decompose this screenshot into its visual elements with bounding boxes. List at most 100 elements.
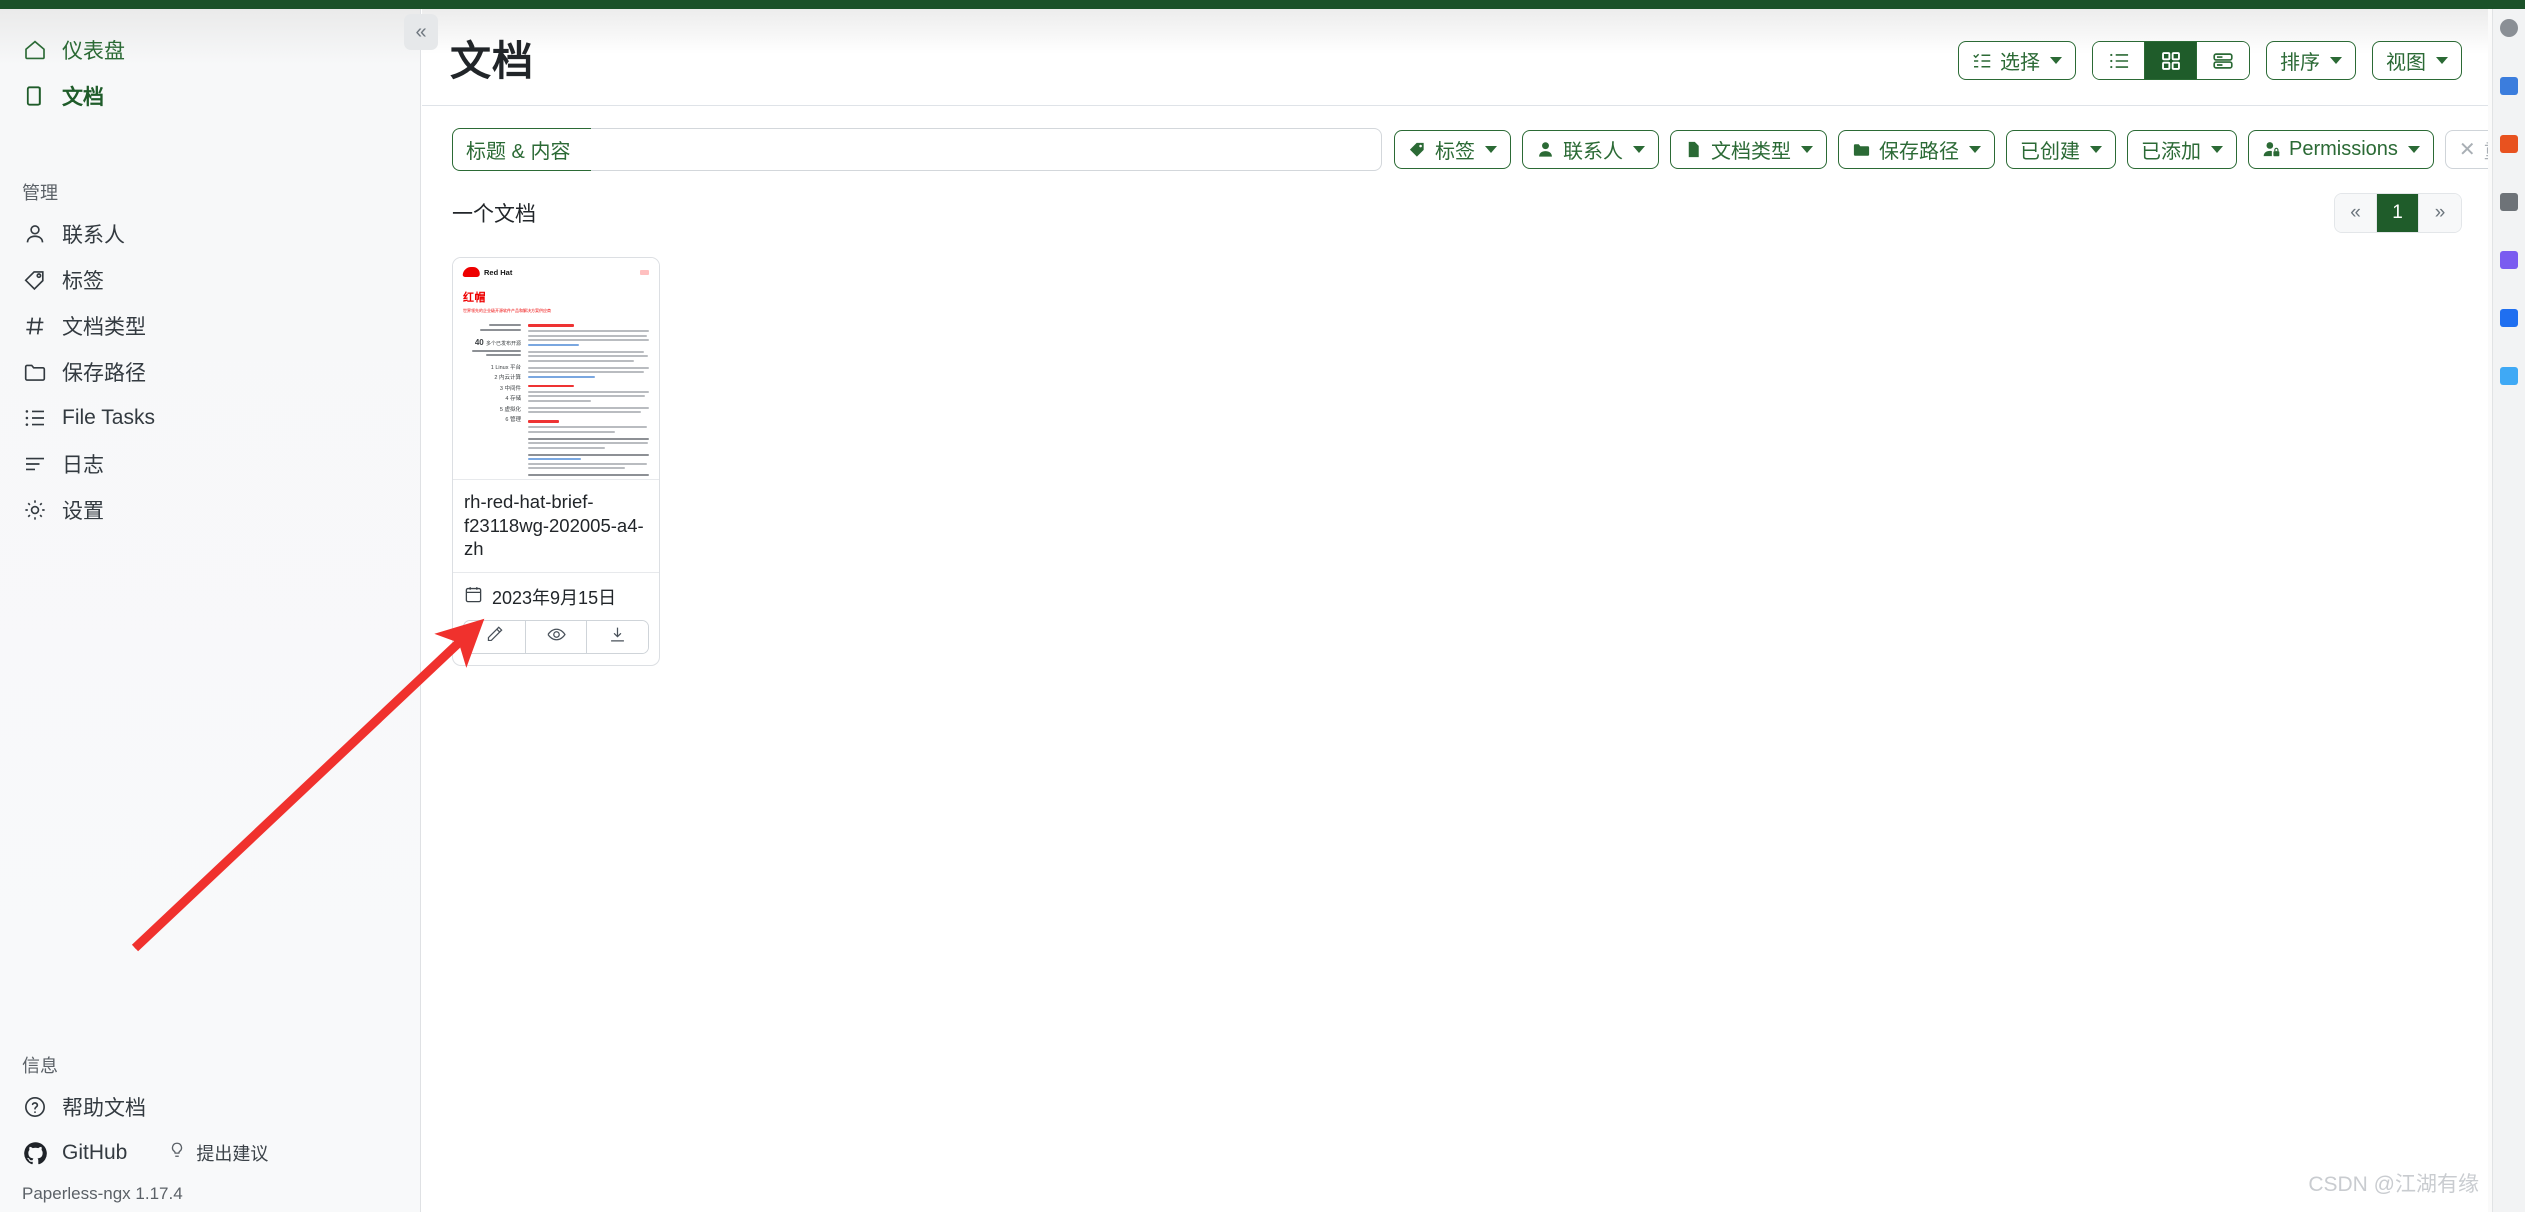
filter-added-button[interactable]: 已添加: [2127, 130, 2237, 169]
filter-document-type-button[interactable]: 文档类型: [1670, 130, 1827, 169]
home-icon: [22, 37, 48, 63]
chevron-down-icon: [2436, 57, 2448, 64]
results-header: 一个文档 « 1 »: [422, 171, 2492, 233]
chevron-down-icon: [1485, 146, 1497, 153]
filter-storage-path-button[interactable]: 保存路径: [1838, 130, 1995, 169]
log-lines-icon: [22, 451, 48, 477]
filter-tags-button[interactable]: 标签: [1394, 130, 1511, 169]
pagination-prev[interactable]: «: [2335, 194, 2377, 232]
sort-button[interactable]: 排序: [2266, 41, 2356, 80]
thumbnail-heading: 红帽: [463, 289, 649, 305]
sidebar-item-logs[interactable]: 日志: [0, 441, 420, 487]
suggest-label: 提出建议: [196, 1140, 268, 1166]
calendar-icon: [464, 585, 483, 609]
chevron-down-icon: [1633, 146, 1645, 153]
nav-spacer: [0, 119, 420, 153]
thumbnail-body: 40 多个已发布开源 1 Linux 平台 2 内云计算 3 中间件 4 存储 …: [463, 324, 649, 480]
blue-extension-icon[interactable]: [2500, 77, 2518, 95]
sidebar-item-label: 保存路径: [62, 357, 146, 387]
filter-kind-dropdown[interactable]: 标题 & 内容: [452, 128, 591, 171]
person-icon: [22, 221, 48, 247]
sidebar-item-label: 仪表盘: [62, 35, 125, 65]
person-lock-icon: [2262, 140, 2281, 159]
thumbnail-left-column: 40 多个已发布开源 1 Linux 平台 2 内云计算 3 中间件 4 存储 …: [463, 324, 521, 480]
chevron-down-icon: [1969, 146, 1981, 153]
cyan-extension-icon[interactable]: [2500, 367, 2518, 385]
filter-correspondent-button[interactable]: 联系人: [1522, 130, 1659, 169]
chevron-down-icon: [2408, 146, 2420, 153]
filter-bar: 标题 & 内容 标签 联: [422, 106, 2492, 171]
sidebar-item-correspondents[interactable]: 联系人: [0, 211, 420, 257]
app-version: Paperless-ngx 1.17.4: [0, 1176, 420, 1204]
browser-top-bar: [0, 0, 2525, 9]
hash-icon: [22, 313, 48, 339]
thumbnail-subheading: 世界领先的企业级开源软件产品和解决方案供应商: [463, 308, 649, 314]
sidebar-collapse-button[interactable]: «: [404, 14, 438, 50]
grey-person-icon[interactable]: [2500, 193, 2518, 211]
view-mode-small-cards[interactable]: [2145, 42, 2197, 79]
sidebar-item-storage-paths[interactable]: 保存路径: [0, 349, 420, 395]
sidebar: 仪表盘 文档 管理 联系人: [0, 9, 421, 1212]
chevron-down-icon: [2330, 57, 2342, 64]
preview-document-button[interactable]: [526, 621, 588, 653]
folder-icon: [22, 359, 48, 385]
blue-square-extension-icon[interactable]: [2500, 309, 2518, 327]
header-actions: 选择: [1958, 41, 2462, 80]
view-button[interactable]: 视图: [2372, 41, 2462, 80]
orange-extension-icon[interactable]: [2500, 135, 2518, 153]
sidebar-footer: 信息 帮助文档 GitHub: [0, 1026, 420, 1212]
download-icon: [608, 625, 627, 649]
sidebar-primary-nav: 仪表盘 文档 管理 联系人: [0, 9, 420, 533]
red-hat-logo-icon: Red Hat: [463, 267, 512, 277]
lightbulb-icon: [167, 1141, 187, 1166]
filter-created-button[interactable]: 已创建: [2006, 130, 2116, 169]
sidebar-item-document-types[interactable]: 文档类型: [0, 303, 420, 349]
sidebar-item-label: 文档: [62, 81, 104, 111]
chevron-down-icon: [1801, 146, 1813, 153]
thumbnail-brand-row: Red Hat: [463, 267, 649, 277]
filter-permissions-button[interactable]: Permissions: [2248, 130, 2434, 169]
select-button[interactable]: 选择: [1958, 41, 2076, 80]
sidebar-item-settings[interactable]: 设置: [0, 487, 420, 533]
select-button-label: 选择: [2000, 46, 2040, 75]
profile-circle-icon[interactable]: [2500, 19, 2518, 37]
sidebar-item-label: 设置: [62, 495, 104, 525]
document-icon: [22, 83, 48, 109]
chevron-down-icon: [2211, 146, 2223, 153]
gear-icon: [22, 497, 48, 523]
suggest-link[interactable]: 提出建议: [167, 1140, 268, 1166]
pagination-page-1[interactable]: 1: [2377, 194, 2419, 232]
github-icon: [22, 1140, 48, 1166]
page-header: 文档 选择: [422, 9, 2492, 106]
view-mode-large-cards[interactable]: [2197, 42, 2249, 79]
close-x-icon: ✕: [2459, 137, 2476, 162]
download-document-button[interactable]: [587, 621, 648, 653]
view-mode-list[interactable]: [2093, 42, 2145, 79]
purple-extension-icon[interactable]: [2500, 251, 2518, 269]
filter-button-label: 已创建: [2020, 135, 2080, 164]
sidebar-item-file-tasks[interactable]: File Tasks: [0, 395, 420, 441]
document-card[interactable]: Red Hat 红帽 世界领先的企业级开源软件产品和解决方案供应商 40 多个已…: [452, 257, 660, 666]
document-actions: [463, 620, 649, 654]
view-mode-group: [2092, 41, 2250, 80]
filter-search-group: 标题 & 内容: [452, 128, 1382, 171]
select-list-icon: [1972, 51, 1992, 71]
sidebar-item-tags[interactable]: 标签: [0, 257, 420, 303]
edit-document-button[interactable]: [464, 621, 526, 653]
sidebar-section-info-label: 信息: [0, 1026, 420, 1084]
browser-extension-strip: [2492, 9, 2525, 1212]
search-input[interactable]: [591, 128, 1382, 171]
pagination-next[interactable]: »: [2419, 194, 2461, 232]
tag-icon: [1408, 140, 1427, 159]
sidebar-item-documents[interactable]: 文档: [0, 73, 420, 119]
document-grid: Red Hat 红帽 世界领先的企业级开源软件产品和解决方案供应商 40 多个已…: [422, 233, 2492, 666]
document-thumbnail[interactable]: Red Hat 红帽 世界领先的企业级开源软件产品和解决方案供应商 40 多个已…: [453, 258, 659, 480]
sidebar-item-dashboard[interactable]: 仪表盘: [0, 27, 420, 73]
document-title[interactable]: rh-red-hat-brief-f23118wg-202005-a4-zh: [453, 480, 659, 573]
chevron-down-icon: [2090, 146, 2102, 153]
csdn-watermark: CSDN @江湖有缘: [2308, 1168, 2479, 1198]
sidebar-item-documentation[interactable]: 帮助文档: [0, 1084, 420, 1130]
sidebar-item-label: File Tasks: [62, 406, 155, 430]
github-label[interactable]: GitHub: [62, 1141, 127, 1165]
thumbnail-corner-tag: [640, 270, 649, 275]
